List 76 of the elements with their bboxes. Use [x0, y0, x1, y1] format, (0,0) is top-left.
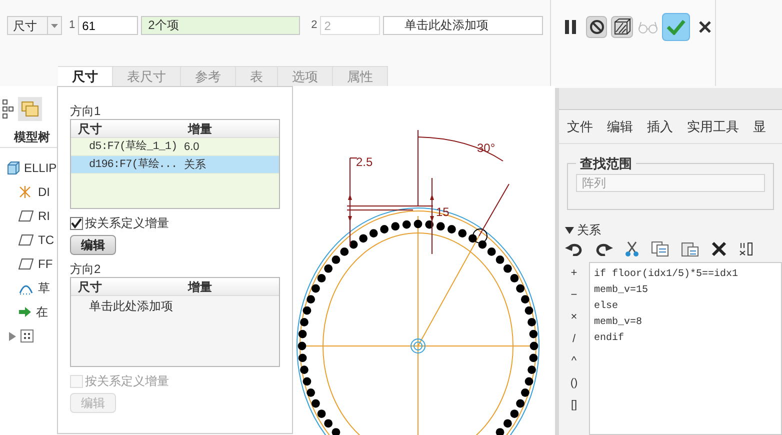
items-field[interactable]: 2个项 — [141, 16, 300, 35]
dimension-cell-text: d196:F7(草绘... — [88, 157, 178, 173]
column-header: 增量 — [186, 279, 213, 295]
delete-icon[interactable] — [711, 241, 727, 257]
items-field[interactable]: 单击此处添加项 — [383, 16, 544, 35]
caret-icon — [47, 17, 61, 34]
add-item-cell[interactable]: 单击此处添加项 — [71, 296, 279, 316]
operator-button[interactable]: () — [570, 374, 578, 392]
code-line: memb_v=8 — [594, 316, 644, 330]
pattern-icon — [20, 329, 34, 343]
menu-item[interactable]: 文件 — [567, 116, 593, 136]
code-line: memb_v=15 — [594, 284, 650, 298]
plane-icon — [18, 258, 34, 270]
hatched-box-icon — [613, 18, 632, 36]
direction-label: 方向1 — [70, 103, 102, 119]
menu-item[interactable]: 显 — [753, 116, 766, 136]
direction-number: 2 — [311, 18, 318, 34]
menu-item[interactable]: 编辑 — [607, 116, 633, 136]
tree-item-label[interactable]: ELLIP — [24, 159, 57, 177]
tree-item-label[interactable]: 草 — [38, 279, 50, 297]
cube-icon — [6, 161, 20, 175]
redo-icon[interactable] — [595, 242, 613, 256]
relation-checkbox[interactable]: 按关系定义增量 — [70, 215, 280, 231]
dimension-cell-text: d5:F7(草绘_1_1) — [88, 139, 178, 155]
menu-item[interactable]: 实用工具 — [687, 116, 739, 136]
section-title[interactable]: 关系 — [577, 221, 601, 239]
glasses-icon — [638, 20, 658, 34]
code-line: if floor(idx1/5)*5==idx1 — [594, 268, 740, 282]
table-row[interactable]: d196:F7(草绘... 关系 — [71, 156, 279, 174]
type-dropdown[interactable]: 尺寸 — [7, 16, 62, 35]
direction-number: 1 — [69, 18, 76, 34]
arrow-icon — [18, 306, 32, 318]
paste-icon[interactable] — [681, 241, 699, 257]
tab[interactable]: 尺寸 — [58, 66, 113, 86]
operator-button[interactable]: + — [570, 264, 578, 282]
increment-cell-text: 6.0 — [183, 140, 200, 155]
copy-icon[interactable] — [651, 241, 669, 257]
code-line: else — [594, 300, 620, 314]
tree-item-label[interactable]: FF — [38, 255, 53, 273]
edit-button[interactable]: 编辑 — [70, 235, 116, 255]
group-title: 查找范围 — [579, 155, 633, 173]
column-header: 尺寸 — [77, 121, 103, 137]
collapse-arrow-icon[interactable] — [565, 226, 574, 234]
operator-button[interactable]: [] — [570, 396, 578, 414]
checkbox[interactable] — [70, 216, 83, 230]
checkmark-icon — [666, 19, 686, 35]
column-header: 增量 — [186, 121, 213, 137]
pause-icon — [564, 19, 578, 35]
operator-button[interactable]: × — [570, 308, 578, 326]
close-icon — [698, 21, 710, 33]
undo-icon[interactable] — [565, 242, 583, 256]
direction-label: 方向2 — [70, 261, 102, 277]
code-line: endif — [594, 332, 626, 346]
operator-button[interactable]: / — [572, 330, 576, 348]
cut-icon[interactable] — [625, 241, 639, 257]
toolbar-button[interactable] — [611, 16, 633, 38]
tree-item-label[interactable]: 在 — [36, 303, 48, 321]
increment-cell-text: 关系 — [183, 158, 207, 173]
operator-button[interactable]: ^ — [571, 352, 577, 370]
column-header: 尺寸 — [77, 279, 103, 295]
tree-item-label[interactable]: DI — [38, 183, 50, 201]
member-count-field[interactable]: 61 — [78, 16, 138, 35]
dimension-label: 30° — [477, 141, 496, 155]
tree-structure-icon[interactable] — [2, 99, 14, 119]
plane-icon — [18, 234, 34, 246]
no-entry-icon — [588, 19, 605, 35]
tree-item-label[interactable]: RI — [38, 207, 50, 225]
dimension-values-icon[interactable] — [739, 241, 753, 257]
relations-editor[interactable]: if floor(idx1/5)*5==idx1 memb_v=15 else memb_v=8 endif — [589, 262, 782, 435]
dimension-label: 2.5 — [356, 155, 373, 169]
operator-button[interactable]: − — [570, 286, 578, 304]
expand-arrow-icon[interactable] — [8, 332, 16, 340]
menu-item[interactable]: 插入 — [647, 116, 673, 136]
tree-item-label[interactable]: TC — [38, 231, 54, 249]
plane-icon — [18, 210, 34, 222]
toolbar-button[interactable] — [586, 16, 608, 38]
